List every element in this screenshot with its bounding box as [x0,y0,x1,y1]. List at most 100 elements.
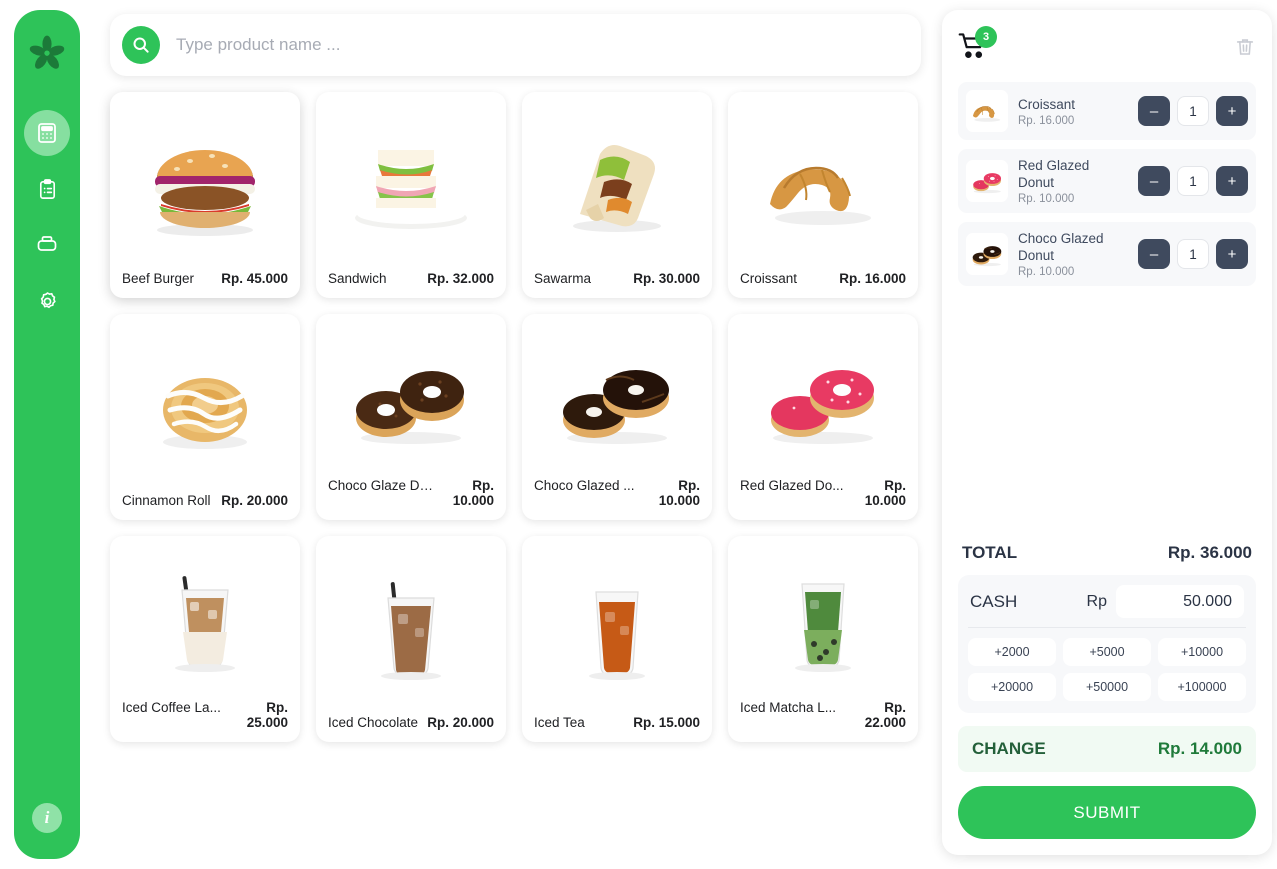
decrease-quantity-button[interactable]: – [1138,166,1170,196]
cart-panel: 3 Croissant Rp. 16.000–1 + Red Glazed Do… [942,10,1272,855]
croissant-image [972,106,1000,123]
cart-item-price: Rp. 16.000 [1018,114,1075,127]
cash-row: CASH Rp [968,585,1246,628]
product-image [532,102,702,265]
product-meta: Iced Matcha L... Rp. 22.000 [738,694,908,742]
cart-item-thumbnail [966,233,1008,275]
product-card[interactable]: Iced Coffee La... Rp. 25.000 [110,536,300,742]
sidebar-item-orders[interactable] [24,166,70,212]
product-image [738,102,908,265]
product-meta: Iced Chocolate Rp. 20.000 [326,709,496,742]
quick-amount-button[interactable]: +10000 [1158,638,1246,666]
product-card[interactable]: Iced Tea Rp. 15.000 [522,536,712,742]
quick-amount-button[interactable]: +2000 [968,638,1056,666]
product-name: Sandwich [328,271,387,286]
sidebar-item-cashier[interactable] [24,110,70,156]
decrease-quantity-button[interactable]: – [1138,96,1170,126]
sidebar-item-printer[interactable] [24,222,70,268]
product-name: Cinnamon Roll [122,493,211,508]
quick-amount-button[interactable]: +5000 [1063,638,1151,666]
product-name: Beef Burger [122,271,195,286]
product-card[interactable]: Cinnamon Roll Rp. 20.000 [110,314,300,520]
cash-input[interactable] [1116,585,1244,618]
product-image [532,546,702,709]
cart-item-info: Croissant Rp. 16.000 [1008,96,1138,127]
sandwich-image [355,149,467,229]
quick-amount-button[interactable]: +20000 [968,673,1056,701]
increase-quantity-button[interactable]: + [1216,239,1248,269]
product-card[interactable]: Iced Matcha L... Rp. 22.000 [728,536,918,742]
cart-item-price: Rp. 10.000 [1018,266,1075,278]
quick-amount-button[interactable]: +100000 [1158,673,1246,701]
icedmatcha-image [795,583,851,672]
product-price: Rp. 20.000 [427,715,494,730]
product-meta: Iced Coffee La... Rp. 25.000 [120,694,290,742]
calculator-icon [38,123,56,143]
submit-button[interactable]: SUBMIT [958,786,1256,839]
product-price: Rp. 22.000 [864,700,906,730]
product-name: Iced Matcha L... [740,700,837,715]
total-row: TOTAL Rp. 36.000 [958,539,1256,575]
product-price: Rp. 45.000 [221,271,288,286]
cash-currency: Rp [1086,592,1107,610]
product-card[interactable]: Iced Chocolate Rp. 20.000 [316,536,506,742]
cart-item-name: Choco Glazed Donut [1018,231,1104,263]
product-price: Rp. 15.000 [633,715,700,730]
product-card[interactable]: Croissant Rp. 16.000 [728,92,918,298]
cash-label: CASH [970,591,1018,611]
trash-icon[interactable] [1234,35,1256,64]
product-card[interactable]: Beef Burger Rp. 45.000 [110,92,300,298]
cart-item: Choco Glazed Donut Rp. 10.000 –1 + [958,222,1256,286]
product-price: Rp. 30.000 [633,271,700,286]
reddonut-image [972,173,1001,194]
product-price: Rp. 10.000 [452,478,494,508]
printer-icon [37,236,57,251]
quantity-value: 1 [1177,239,1209,269]
quantity-stepper: –1 + [1138,96,1248,126]
increase-quantity-button[interactable]: + [1216,166,1248,196]
sidebar-inner: i [14,10,80,859]
change-label: CHANGE [972,739,1046,758]
product-card[interactable]: Sawarma Rp. 30.000 [522,92,712,298]
cart-spacer [958,295,1256,539]
change-row: CHANGE Rp. 14.000 [958,726,1256,772]
change-value: Rp. 14.000 [1157,739,1242,758]
product-image [326,102,496,265]
icedlatte-image [175,576,235,672]
product-name: Choco Glaze Don... [328,478,436,493]
clipboard-list-icon [39,178,55,199]
wrap-image [573,144,661,232]
decrease-quantity-button[interactable]: – [1138,239,1170,269]
cart-item-thumbnail [966,160,1008,202]
product-card[interactable]: Choco Glaze Don... Rp. 10.000 [316,314,506,520]
product-card[interactable]: Choco Glazed ... Rp. 10.000 [522,314,712,520]
sidebar-item-settings[interactable] [24,278,70,324]
cart-item: Croissant Rp. 16.000 –1 + [958,82,1256,140]
info-button[interactable]: i [32,803,62,833]
quantity-stepper: –1 + [1138,239,1248,269]
quick-amount-button[interactable]: +50000 [1063,673,1151,701]
product-price: Rp. 10.000 [864,478,906,508]
increase-quantity-button[interactable]: + [1216,96,1248,126]
product-meta: Sandwich Rp. 32.000 [326,265,496,298]
cart-item-info: Choco Glazed Donut Rp. 10.000 [1008,230,1138,278]
product-meta: Cinnamon Roll Rp. 20.000 [120,487,290,520]
shopping-cart-icon[interactable]: 3 [958,26,998,66]
cart-item-price: Rp. 10.000 [1018,193,1075,205]
product-name: Croissant [740,271,798,286]
product-image [326,546,496,709]
chocoglazed-image [563,370,669,444]
cinnamon-image [163,377,247,449]
search-input[interactable] [176,35,876,55]
main-content: Beef Burger Rp. 45.000 Sandwich Rp. 32.000… [95,0,936,869]
icedtea-image [589,590,645,680]
quantity-value: 1 [1177,96,1209,126]
product-card[interactable]: Red Glazed Do... Rp. 10.000 [728,314,918,520]
product-image [120,102,290,265]
icedchoco-image [381,581,441,680]
search-icon[interactable] [122,26,160,64]
product-card[interactable]: Sandwich Rp. 32.000 [316,92,506,298]
cart-item-name: Croissant [1018,96,1076,112]
product-meta: Choco Glaze Don... Rp. 10.000 [326,472,496,520]
product-name: Red Glazed Do... [740,478,844,493]
